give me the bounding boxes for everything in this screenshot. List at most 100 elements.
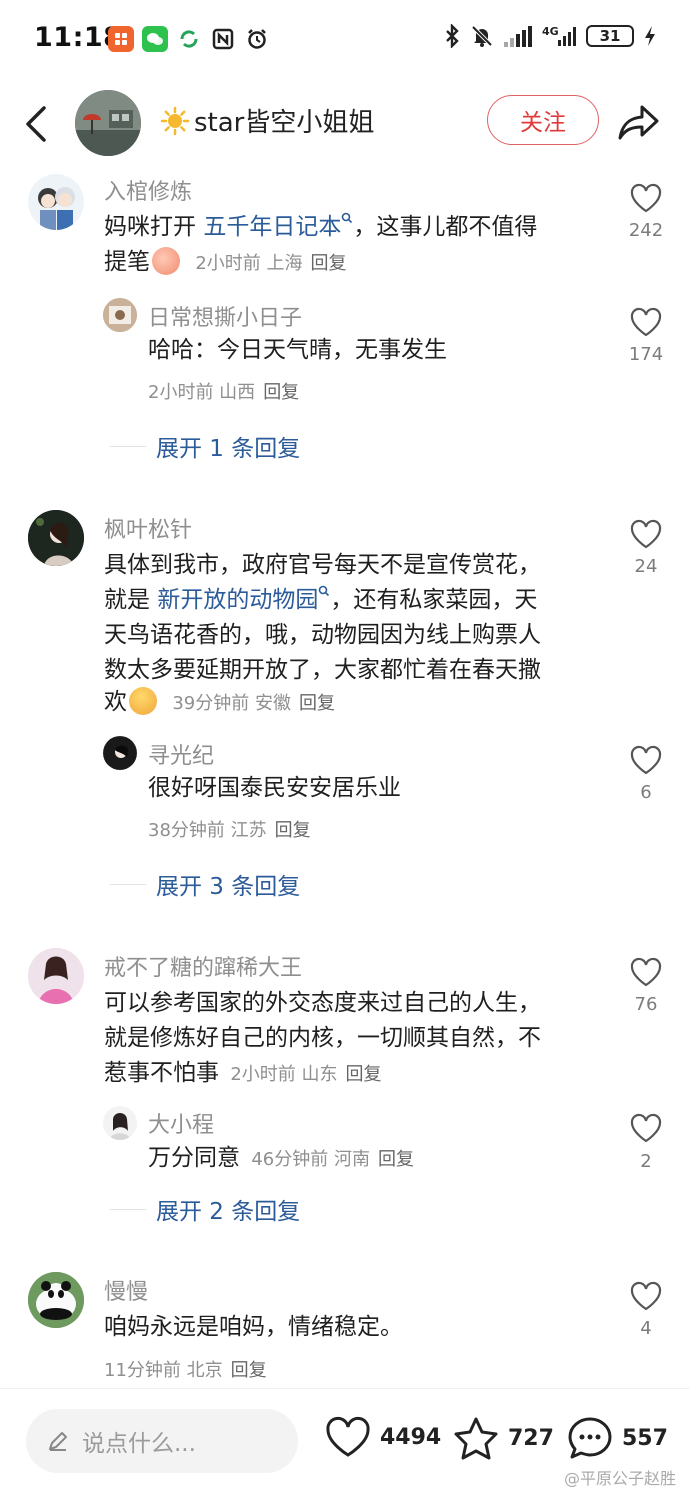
emoji-icon xyxy=(129,687,157,715)
watermark: @平原公子赵胜 xyxy=(563,1469,676,1488)
comment-text-line: 欢 39分钟前 安徽 回复 xyxy=(104,687,335,715)
reply-meta: 2小时前 山西 回复 xyxy=(148,382,300,403)
like-button[interactable]: 4494 xyxy=(324,1415,441,1459)
comment-meta: 2小时前 上海 回复 xyxy=(195,253,347,274)
pencil-icon xyxy=(49,1432,67,1451)
signal-icon xyxy=(504,25,532,47)
author-name: star皆空小姐姐 xyxy=(194,108,375,138)
wechat-icon xyxy=(142,26,168,52)
emoji-icon xyxy=(152,247,180,275)
replier-name[interactable]: 日常想撕小日子 xyxy=(148,300,302,332)
heart-icon[interactable] xyxy=(629,1112,663,1144)
like-total: 4494 xyxy=(380,1424,442,1450)
commenter-name[interactable]: 慢慢 xyxy=(104,1274,148,1306)
nfc-icon xyxy=(210,26,236,52)
back-arrow-icon[interactable] xyxy=(18,102,58,146)
divider xyxy=(110,883,146,885)
reply-text: 哈哈：今日天气晴，无事发生 xyxy=(148,337,447,363)
reply-avatar[interactable] xyxy=(103,736,137,770)
expand-replies-button[interactable]: 展开 1 条回复 xyxy=(110,429,300,463)
battery-icon: 31 xyxy=(586,25,634,47)
reply-button[interactable]: 回复 xyxy=(263,382,299,403)
expand-replies-button[interactable]: 展开 3 条回复 xyxy=(110,867,300,901)
search-hint-icon[interactable] xyxy=(318,585,330,599)
search-link[interactable]: 五千年日记本 xyxy=(203,214,341,240)
expand-replies-button[interactable]: 展开 2 条回复 xyxy=(110,1192,300,1226)
comment-meta: 11分钟前 北京 回复 xyxy=(104,1360,267,1381)
comment-meta: 39分钟前 安徽 回复 xyxy=(172,693,335,714)
comment-text-line: 就是修炼好自己的内核，一切顺其自然，不 xyxy=(104,1025,541,1051)
alarm-icon xyxy=(244,26,270,52)
battery-level: 31 xyxy=(599,26,621,45)
reply-avatar[interactable] xyxy=(103,298,137,332)
comment-text-line: 惹事不怕事 2小时前 山东 回复 xyxy=(104,1060,382,1086)
status-app-icons xyxy=(108,26,270,52)
app-notification-icon xyxy=(108,26,134,52)
heart-icon xyxy=(326,1416,370,1457)
comment-text-line: 天鸟语花香的，哦，动物园因为线上购票人 xyxy=(104,622,541,648)
reply-button[interactable]: 回复 xyxy=(275,820,311,841)
follow-button[interactable]: 关注 xyxy=(487,95,599,145)
comment-icon xyxy=(568,1417,612,1459)
comment-input-placeholder: 说点什么... xyxy=(82,1431,196,1457)
comment-text: 妈咪打开 五千年日记本 ，这事儿都不值得 xyxy=(104,212,538,240)
commenter-avatar[interactable] xyxy=(28,174,84,230)
like-count: 6 xyxy=(640,782,652,803)
star-icon xyxy=(454,1417,498,1460)
commenter-name[interactable]: 戒不了糖的蹿稀大王 xyxy=(104,950,302,982)
commenter-avatar[interactable] xyxy=(28,948,84,1004)
reply-button[interactable]: 回复 xyxy=(231,1360,267,1381)
heart-icon[interactable] xyxy=(629,744,663,776)
search-link[interactable]: 新开放的动物园 xyxy=(157,587,318,613)
like-count: 2 xyxy=(640,1151,652,1172)
comment-button[interactable]: 557 xyxy=(566,1415,668,1461)
4g-signal-icon: 4G xyxy=(542,25,576,46)
bottom-action-bar: 说点什么... 4494 727 557 @平原公子赵胜 xyxy=(0,1388,690,1490)
nav-bar: star皆空小姐姐 关注 xyxy=(0,80,690,170)
like-count: 76 xyxy=(634,994,658,1015)
reply-meta: 38分钟前 江苏 回复 xyxy=(148,820,311,841)
comment-text-line: 数太多要延期开放了，大家都忙着在春天撒 xyxy=(104,657,541,683)
heart-icon[interactable] xyxy=(629,182,663,214)
reply-avatar[interactable] xyxy=(103,1106,137,1140)
comment-text-line: 可以参考国家的外交态度来过自己的人生， xyxy=(104,990,541,1016)
comment-text-line: 提笔 2小时前 上海 回复 xyxy=(104,247,347,275)
commenter-name[interactable]: 入棺修炼 xyxy=(104,174,192,206)
author-title[interactable]: star皆空小姐姐 xyxy=(160,102,374,139)
comment-total: 557 xyxy=(622,1425,668,1451)
heart-icon[interactable] xyxy=(629,306,663,338)
author-avatar[interactable] xyxy=(75,90,141,156)
comments-list[interactable]: 入棺修炼 妈咪打开 五千年日记本 ，这事儿都不值得 提笔 2小时前 上海 回复 24… xyxy=(0,170,690,1388)
status-bar: 11:18 4G 31 xyxy=(0,0,690,80)
reply-text: 很好呀国泰民安安居乐业 xyxy=(148,775,401,801)
heart-icon[interactable] xyxy=(629,518,663,550)
sync-icon xyxy=(176,26,202,52)
divider xyxy=(110,445,146,447)
sun-icon xyxy=(160,106,190,135)
search-hint-icon[interactable] xyxy=(341,212,353,226)
like-count: 24 xyxy=(634,556,658,577)
reply-button[interactable]: 回复 xyxy=(346,1064,382,1085)
favorite-total: 727 xyxy=(508,1425,554,1451)
commenter-avatar[interactable] xyxy=(28,510,84,566)
charging-icon xyxy=(645,26,655,46)
reply-button[interactable]: 回复 xyxy=(378,1149,414,1170)
replier-name[interactable]: 寻光纪 xyxy=(148,738,214,770)
like-count: 4 xyxy=(640,1318,652,1339)
like-count: 174 xyxy=(628,344,664,365)
comment-text-line: 具体到我市，政府官号每天不是宣传赏花， xyxy=(104,552,541,578)
commenter-avatar[interactable] xyxy=(28,1272,84,1328)
status-system-icons: 4G 31 xyxy=(444,24,656,48)
comment-input[interactable]: 说点什么... xyxy=(26,1409,298,1473)
heart-icon[interactable] xyxy=(629,1280,663,1312)
reply-meta: 46分钟前 河南 回复 xyxy=(251,1149,414,1170)
favorite-button[interactable]: 727 xyxy=(452,1415,554,1461)
bluetooth-icon xyxy=(446,24,459,48)
replier-name[interactable]: 大小程 xyxy=(148,1107,214,1139)
heart-icon[interactable] xyxy=(629,956,663,988)
commenter-name[interactable]: 枫叶松针 xyxy=(104,512,192,544)
comment-meta: 2小时前 山东 回复 xyxy=(230,1064,382,1085)
share-icon[interactable] xyxy=(617,102,661,142)
reply-button[interactable]: 回复 xyxy=(311,253,347,274)
reply-button[interactable]: 回复 xyxy=(299,693,335,714)
